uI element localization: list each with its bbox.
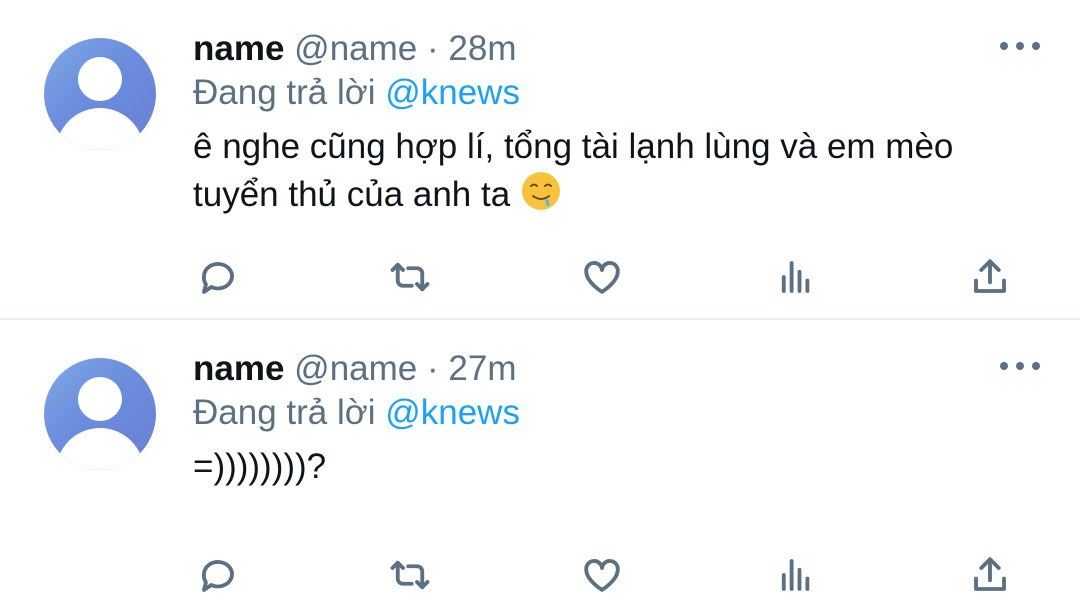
replying-to: Đang trả lời @knews [193,390,1040,436]
share-icon[interactable] [965,550,1015,600]
replying-to: Đang trả lời @knews [193,70,1040,116]
display-name[interactable]: name [193,29,284,68]
reply-bubble-icon[interactable] [193,252,243,302]
avatar-body [56,108,144,150]
retweet-icon[interactable] [385,550,435,600]
more-dots-icon[interactable] [1000,34,1040,58]
tweet-actions [193,550,1020,600]
avatar[interactable] [44,358,156,470]
reply-mention-link[interactable]: @knews [385,393,520,432]
tweet-text: =))))))))? [193,444,1040,490]
avatar-body [56,428,144,470]
handle[interactable]: @name [294,349,417,388]
separator: · [427,349,439,388]
reply-prefix: Đang trả lời [193,393,376,432]
tweet-content: name @name · 28m Đang trả lời @knews ê n… [193,28,1040,224]
tweet-header: name @name · 27m [193,348,1040,390]
tweet-text: ê nghe cũng hợp lí, tổng tài lạnh lùng v… [193,124,1040,224]
share-icon[interactable] [965,252,1015,302]
heart-icon[interactable] [577,550,627,600]
drooling-face-icon [520,170,562,224]
analytics-icon[interactable] [771,252,821,302]
tweet-text-line: =))))))))? [193,447,327,486]
tweet-item[interactable]: name @name · 28m Đang trả lời @knews ê n… [0,0,1080,320]
avatar-head [78,57,122,101]
timestamp[interactable]: 27m [448,349,516,388]
avatar-head [78,377,122,421]
reply-prefix: Đang trả lời [193,73,376,112]
analytics-icon[interactable] [771,550,821,600]
tweet-item[interactable]: name @name · 27m Đang trả lời @knews =))… [0,320,1080,597]
more-dots-icon[interactable] [1000,354,1040,378]
reply-mention-link[interactable]: @knews [385,73,520,112]
separator: · [427,29,439,68]
retweet-icon[interactable] [385,252,435,302]
tweet-header: name @name · 28m [193,28,1040,70]
tweet-text-line: ê nghe cũng hợp lí, tổng tài lạnh lùng v… [193,127,954,166]
tweet-content: name @name · 27m Đang trả lời @knews =))… [193,348,1040,490]
display-name[interactable]: name [193,349,284,388]
handle[interactable]: @name [294,29,417,68]
heart-icon[interactable] [577,252,627,302]
tweet-text-line: tuyển thủ của anh ta [193,175,511,214]
avatar[interactable] [44,38,156,150]
timestamp[interactable]: 28m [448,29,516,68]
reply-bubble-icon[interactable] [193,550,243,600]
tweet-actions [193,252,1020,302]
